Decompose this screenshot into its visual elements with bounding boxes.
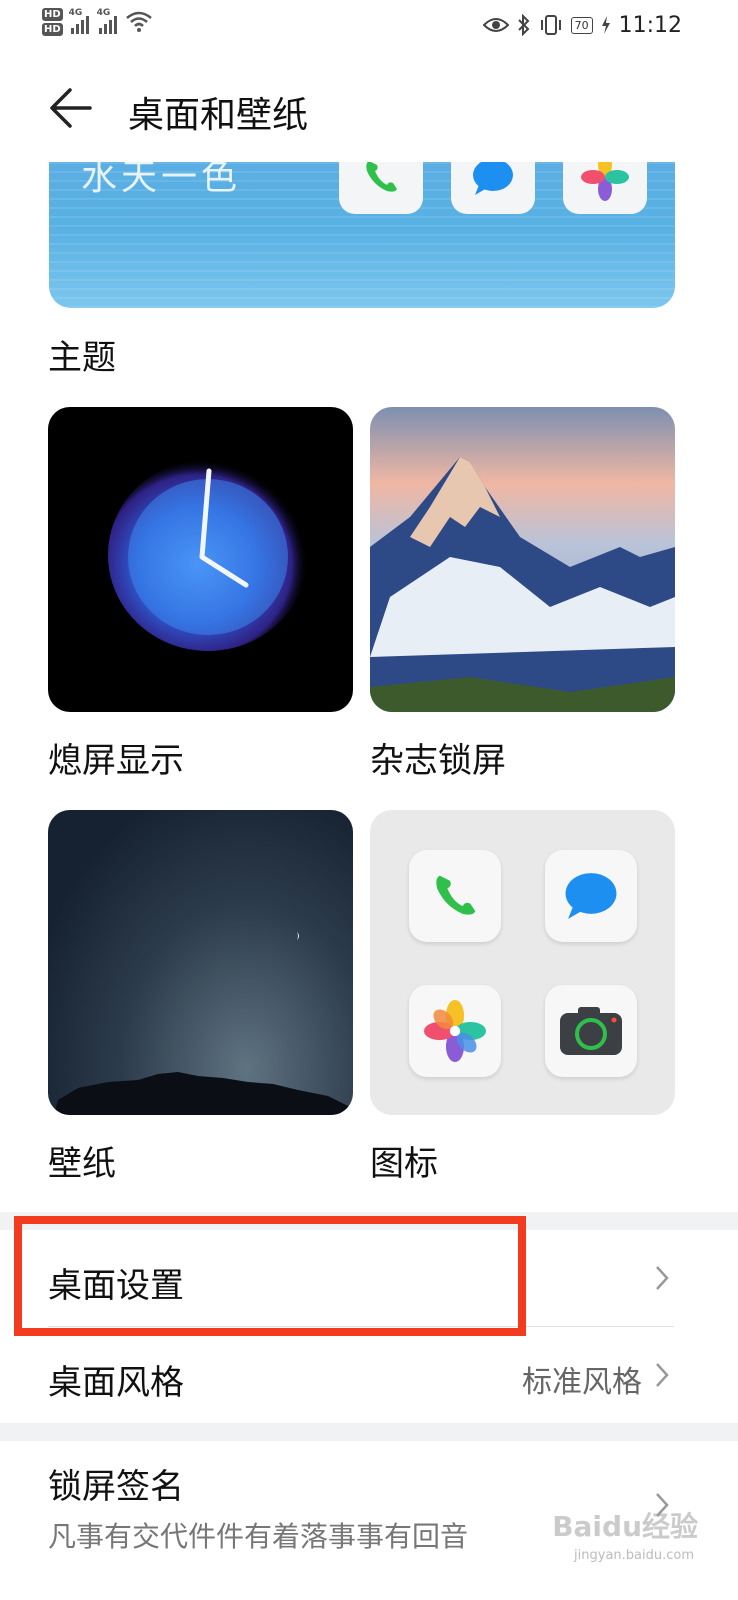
desktop-style-value: 标准风格 [522, 1365, 642, 1400]
status-bar: HD HD 4G 4G 70 11:12 [0, 0, 738, 52]
always-on-display-tile[interactable] [48, 407, 353, 712]
mountain-image [370, 457, 675, 712]
wallpaper-tile[interactable] [48, 810, 353, 1115]
gallery-icon [409, 985, 501, 1077]
vibrate-icon [540, 15, 561, 35]
app-header: 桌面和壁纸 [0, 72, 738, 144]
icons-tile[interactable] [370, 810, 675, 1115]
charging-icon [601, 16, 610, 34]
hd-badge-2: HD [42, 23, 63, 36]
signal-icon-sim1: 4G [69, 8, 89, 34]
watermark-url: jingyan.baidu.com [574, 1548, 694, 1563]
messages-icon [545, 850, 637, 942]
section-divider-2 [0, 1423, 738, 1441]
messages-app-icon [451, 162, 535, 214]
aod-clock-icon [108, 459, 308, 651]
magazine-lockscreen-label[interactable]: 杂志锁屏 [370, 733, 506, 782]
theme-name: 水天一色 [81, 162, 242, 198]
icons-label[interactable]: 图标 [370, 1136, 438, 1185]
back-arrow-icon[interactable] [46, 82, 98, 134]
chevron-right-icon [656, 1266, 669, 1290]
magazine-lockscreen-tile[interactable] [370, 407, 675, 712]
page-title: 桌面和壁纸 [128, 95, 309, 136]
theme-label[interactable]: 主题 [48, 330, 116, 379]
wifi-icon [125, 11, 152, 32]
highlight-annotation [14, 1216, 526, 1336]
baidu-watermark: Baidu经验 [552, 1510, 698, 1543]
clock: 11:12 [618, 12, 682, 38]
gallery-app-icon [563, 162, 647, 214]
camera-icon [545, 985, 637, 1077]
battery-indicator: 70 [570, 16, 593, 34]
signal-icon-sim2: 4G [97, 8, 117, 34]
hd-indicators: HD HD [42, 8, 63, 36]
phone-app-icon [339, 162, 423, 214]
eye-icon [482, 18, 509, 32]
aod-label[interactable]: 熄屏显示 [48, 733, 184, 782]
lockscreen-signature-label: 锁屏签名 [48, 1467, 184, 1507]
desktop-style-row[interactable]: 桌面风格 标准风格 [0, 1327, 738, 1423]
desktop-style-label: 桌面风格 [48, 1363, 184, 1403]
wallpaper-label[interactable]: 壁纸 [48, 1136, 116, 1185]
bluetooth-icon [517, 14, 530, 36]
night-sky-image [54, 932, 353, 1115]
chevron-right-icon [656, 1363, 669, 1387]
status-right: 70 11:12 [482, 12, 682, 38]
phone-icon [409, 850, 501, 942]
hd-badge-1: HD [42, 8, 63, 21]
status-left: HD HD 4G 4G [42, 8, 153, 48]
lockscreen-signature-value: 凡事有交代件件有着落事事有回音 [48, 1520, 469, 1553]
theme-preview-banner[interactable]: 水天一色 [49, 162, 675, 308]
